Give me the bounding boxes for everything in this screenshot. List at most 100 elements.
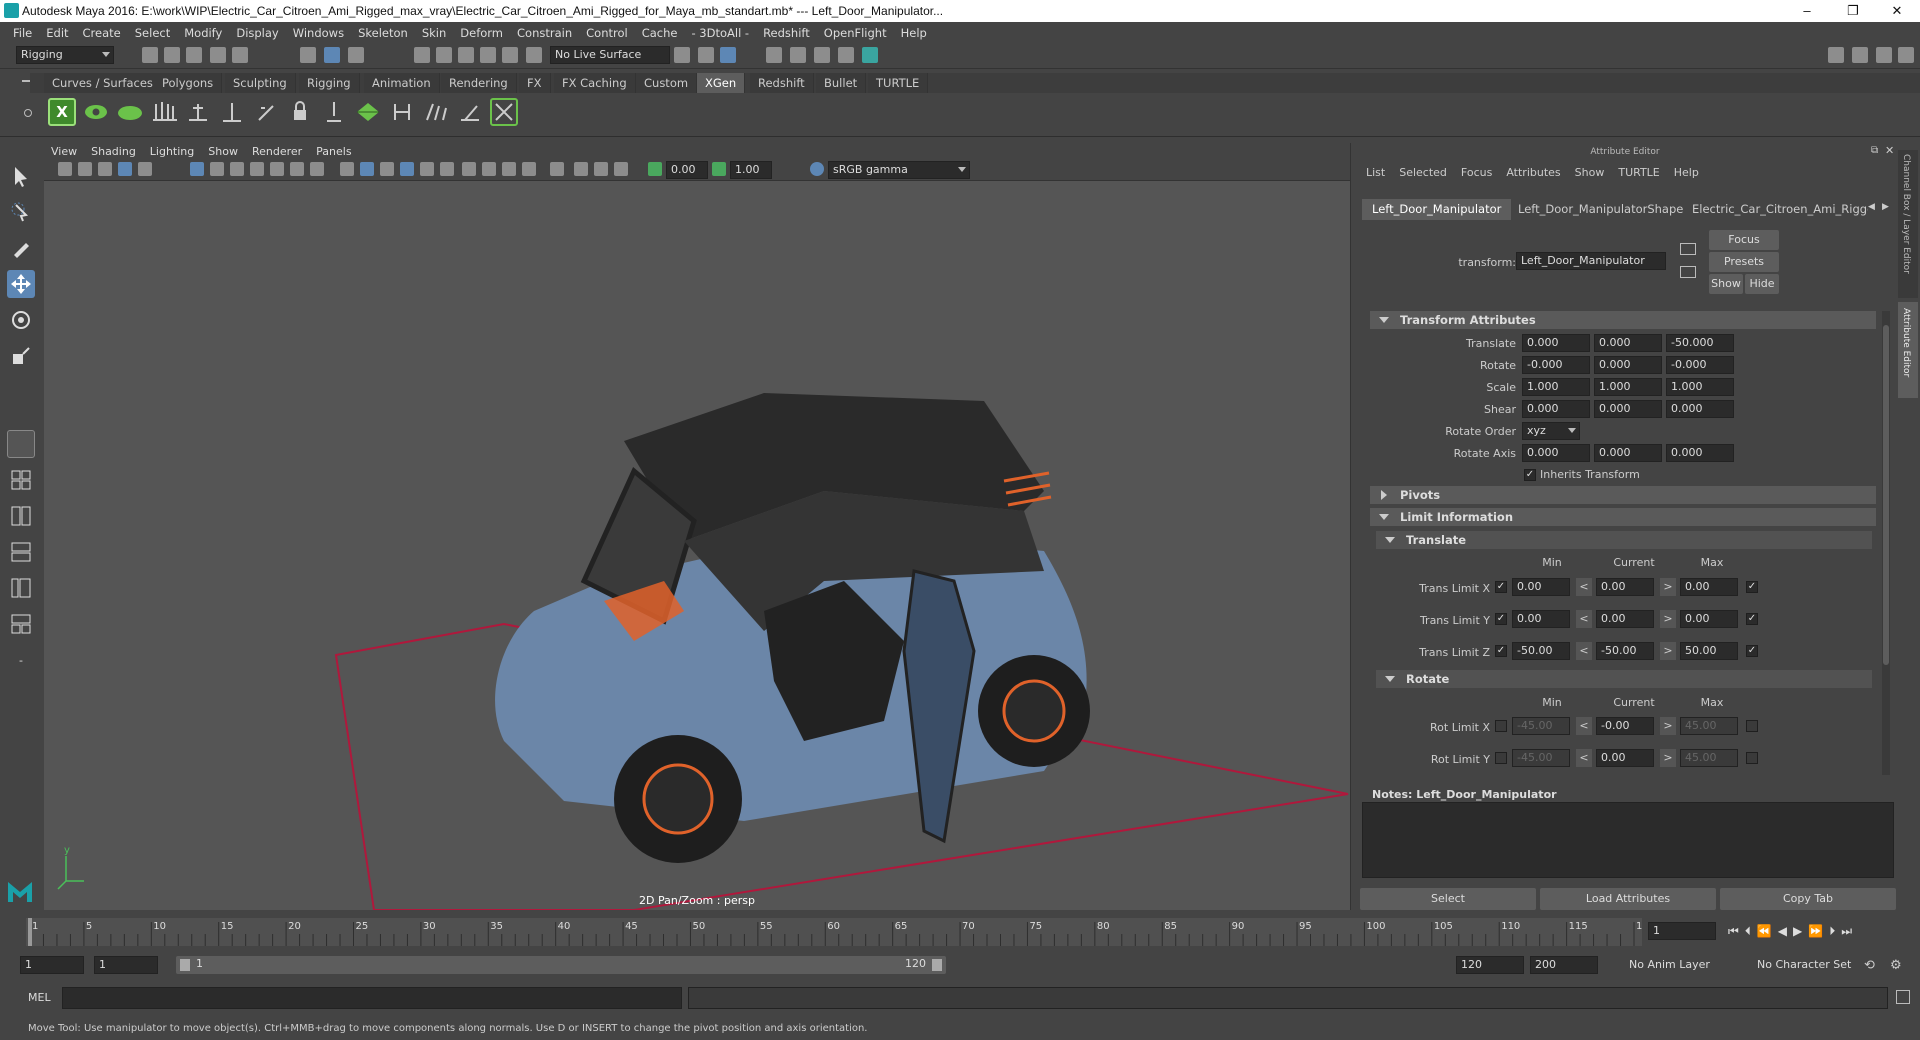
- output-ops-icon[interactable]: [698, 47, 714, 63]
- menu-modify[interactable]: Modify: [177, 26, 229, 40]
- rotate-axis-y-field[interactable]: 0.000: [1594, 444, 1662, 462]
- select-object-icon[interactable]: [324, 47, 340, 63]
- rot-limit-y-max-field[interactable]: 45.00: [1680, 749, 1738, 767]
- resolution-gate-icon[interactable]: [230, 162, 244, 176]
- safe-title-icon[interactable]: [310, 162, 324, 176]
- panel-splitter[interactable]: [1350, 143, 1351, 910]
- graph-layout-icon[interactable]: [7, 574, 35, 602]
- new-scene-icon[interactable]: [142, 47, 158, 63]
- snap-view-plane-icon[interactable]: [480, 47, 496, 63]
- lock-guide-icon[interactable]: [286, 98, 314, 126]
- save-scene-icon[interactable]: [186, 47, 202, 63]
- trans-limit-z-max-checkbox[interactable]: ✓: [1746, 645, 1758, 657]
- close-button[interactable]: ✕: [1874, 0, 1920, 22]
- trans-limit-x-max-field[interactable]: 0.00: [1680, 578, 1738, 596]
- translate-x-field[interactable]: 0.000: [1522, 334, 1590, 352]
- grid-toggle-icon[interactable]: [190, 162, 204, 176]
- attribute-editor-toggle-icon[interactable]: [1852, 47, 1868, 63]
- trans-limit-x-min-checkbox[interactable]: ✓: [1495, 581, 1507, 593]
- load-attributes-button[interactable]: Load Attributes: [1540, 888, 1716, 910]
- tab-sculpting[interactable]: Sculpting: [225, 73, 296, 93]
- float-panel-icon[interactable]: ⧉: [1871, 145, 1878, 156]
- tab-polygons[interactable]: Polygons: [154, 73, 223, 93]
- step-forward-frame-icon[interactable]: ⏵: [1829, 924, 1835, 939]
- shear-z-field[interactable]: 0.000: [1666, 400, 1734, 418]
- trans-limit-x-max-checkbox[interactable]: ✓: [1746, 581, 1758, 593]
- move-guide-icon[interactable]: [218, 98, 246, 126]
- trans-limit-y-set-min-button[interactable]: <: [1576, 610, 1592, 628]
- ae-menu-show[interactable]: Show: [1575, 166, 1619, 179]
- trans-limit-x-set-max-button[interactable]: >: [1660, 578, 1676, 596]
- select-tool-icon[interactable]: [7, 162, 35, 190]
- textured-icon[interactable]: [400, 162, 414, 176]
- exposure-field[interactable]: 0.00: [666, 161, 708, 179]
- screen-space-ao-icon[interactable]: [462, 162, 476, 176]
- select-button[interactable]: Select: [1360, 888, 1536, 910]
- playback-start-field[interactable]: 1: [94, 956, 158, 974]
- scale-z-field[interactable]: 1.000: [1666, 378, 1734, 396]
- anim-end-field[interactable]: 200: [1530, 956, 1598, 974]
- menu-3dtoall[interactable]: - 3DtoAll -: [684, 26, 756, 40]
- script-editor-icon[interactable]: [1896, 990, 1910, 1004]
- rot-limit-y-min-field[interactable]: -45.00: [1512, 749, 1570, 767]
- redo-icon[interactable]: [232, 47, 248, 63]
- open-scene-icon[interactable]: [164, 47, 180, 63]
- vp-menu-panels[interactable]: Panels: [309, 145, 358, 158]
- snap-curve-icon[interactable]: [436, 47, 452, 63]
- menu-skeleton[interactable]: Skeleton: [351, 26, 415, 40]
- rotate-x-field[interactable]: -0.000: [1522, 356, 1590, 374]
- gamma-icon[interactable]: [712, 162, 726, 176]
- vp-menu-shading[interactable]: Shading: [84, 145, 143, 158]
- field-chart-icon[interactable]: [270, 162, 284, 176]
- trans-limit-z-max-field[interactable]: 50.00: [1680, 642, 1738, 660]
- range-slider-start-handle[interactable]: [180, 959, 190, 971]
- rot-limit-y-set-max-button[interactable]: >: [1660, 749, 1676, 767]
- anim-start-field[interactable]: 1: [20, 956, 84, 974]
- rebuild-guide-icon[interactable]: [388, 98, 416, 126]
- current-time-marker[interactable]: [28, 918, 32, 946]
- focus-button[interactable]: Focus: [1709, 230, 1779, 250]
- rot-limit-y-current-field[interactable]: 0.00: [1596, 749, 1654, 767]
- menu-display[interactable]: Display: [229, 26, 285, 40]
- scale-x-field[interactable]: 1.000: [1522, 378, 1590, 396]
- tab-fx[interactable]: FX: [519, 73, 551, 93]
- trans-limit-z-min-field[interactable]: -50.00: [1512, 642, 1570, 660]
- trans-limit-y-set-max-button[interactable]: >: [1660, 610, 1676, 628]
- time-ruler[interactable]: 1 5 10 15 20 25 30 35 40 45 50 55 60 65 70 75 80 85 90 95 10…: [26, 918, 1655, 946]
- side-tab-attribute-editor[interactable]: Attribute Editor: [1898, 302, 1918, 398]
- menu-cache[interactable]: Cache: [635, 26, 685, 40]
- snap-point-icon[interactable]: [458, 47, 474, 63]
- smooth-shade-icon[interactable]: [360, 162, 374, 176]
- tab-bullet[interactable]: Bullet: [816, 73, 867, 93]
- render-frame-icon[interactable]: [790, 47, 806, 63]
- scale-y-field[interactable]: 1.000: [1594, 378, 1662, 396]
- anti-aliasing-icon[interactable]: [502, 162, 516, 176]
- menu-select[interactable]: Select: [128, 26, 177, 40]
- trans-limit-z-min-checkbox[interactable]: ✓: [1495, 645, 1507, 657]
- trans-limit-y-max-checkbox[interactable]: ✓: [1746, 613, 1758, 625]
- section-pivots[interactable]: Pivots: [1370, 486, 1876, 504]
- image-plane-icon[interactable]: [118, 162, 132, 176]
- tool-settings-icon[interactable]: [1876, 47, 1892, 63]
- tab-turtle[interactable]: TURTLE: [868, 73, 929, 93]
- menu-openflight[interactable]: OpenFlight: [817, 26, 894, 40]
- vp-menu-renderer[interactable]: Renderer: [245, 145, 309, 158]
- rot-limit-x-set-min-button[interactable]: <: [1576, 717, 1592, 735]
- ae-tab-shape[interactable]: Left_Door_ManipulatorShape: [1508, 199, 1693, 220]
- xgen-sphere-icon[interactable]: [116, 98, 144, 126]
- rot-limit-x-set-max-button[interactable]: >: [1660, 717, 1676, 735]
- anim-layer-dropdown[interactable]: No Anim Layer: [1610, 956, 1732, 974]
- menu-windows[interactable]: Windows: [286, 26, 351, 40]
- add-guide-icon[interactable]: [184, 98, 212, 126]
- xgen-guides-icon[interactable]: [150, 98, 178, 126]
- depth-of-field-icon[interactable]: [522, 162, 536, 176]
- xgen-preview-icon[interactable]: [82, 98, 110, 126]
- isolate-select-icon[interactable]: [550, 162, 564, 176]
- rot-limit-x-current-field[interactable]: -0.00: [1596, 717, 1654, 735]
- section-transform-attributes[interactable]: Transform Attributes: [1370, 311, 1876, 329]
- go-to-start-icon[interactable]: ⏮: [1728, 924, 1739, 939]
- four-view-layout-icon[interactable]: [7, 466, 35, 494]
- lasso-tool-icon[interactable]: [7, 198, 35, 226]
- move-tool-icon[interactable]: [7, 270, 35, 298]
- play-forwards-icon[interactable]: ▶: [1793, 924, 1802, 939]
